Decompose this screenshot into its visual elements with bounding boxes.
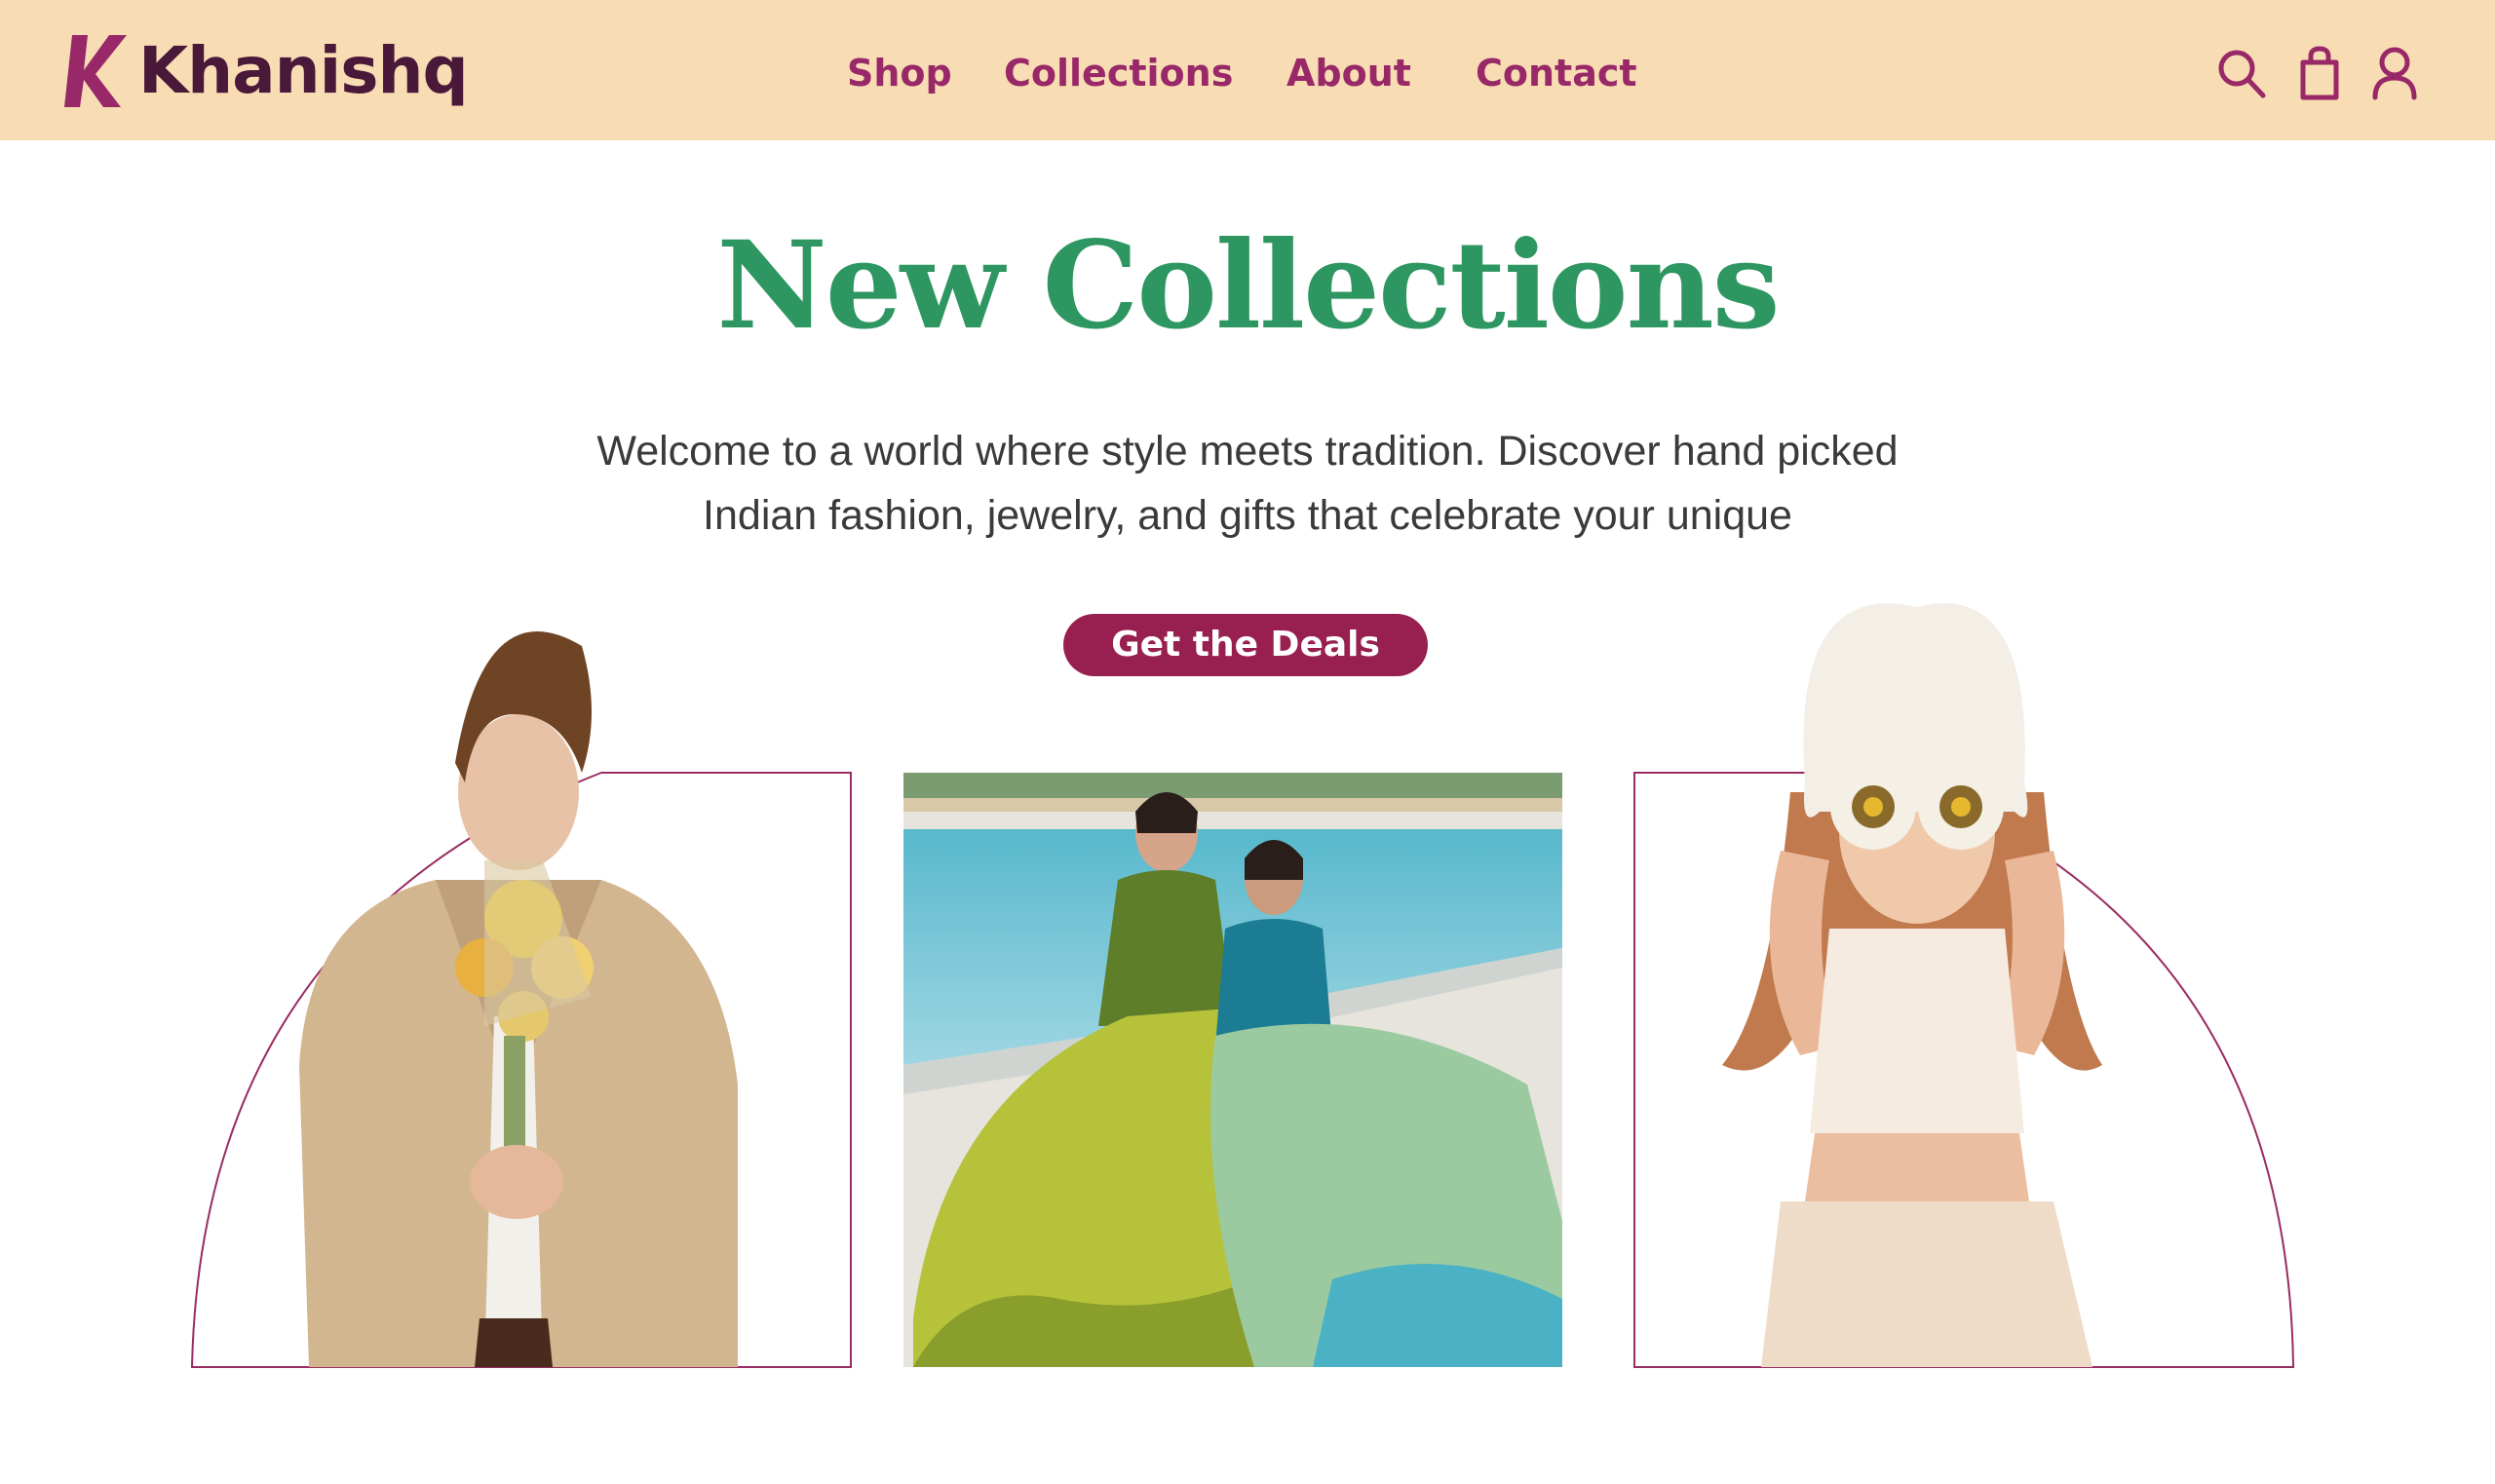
hero-subtitle: Welcome to a world where style meets tra… — [596, 428, 1899, 539]
product-card-ethnicwear[interactable] — [903, 773, 1562, 1367]
top-navigation-bar: Khanishq Shop Collections About Contact — [0, 0, 2495, 140]
search-icon[interactable] — [2214, 45, 2267, 101]
product-card-womenswear[interactable] — [1633, 603, 2295, 1368]
shopping-bag-icon[interactable] — [2293, 45, 2346, 101]
get-deals-button[interactable]: Get the Deals — [1063, 614, 1428, 676]
brand-name: Khanishq — [138, 32, 469, 108]
k-logo-icon — [64, 35, 127, 107]
nav-contact[interactable]: Contact — [1476, 47, 1637, 99]
nav-shop[interactable]: Shop — [847, 47, 952, 99]
nav-collections[interactable]: Collections — [1004, 47, 1233, 99]
menswear-image — [190, 631, 852, 1368]
nav-about[interactable]: About — [1286, 47, 1411, 99]
page-title: New Collections — [716, 215, 1780, 357]
user-icon[interactable] — [2368, 45, 2421, 101]
brand-logo[interactable]: Khanishq — [62, 29, 469, 111]
womenswear-image — [1633, 603, 2295, 1368]
product-card-menswear[interactable] — [190, 631, 852, 1368]
ethnicwear-image — [903, 773, 1562, 1367]
